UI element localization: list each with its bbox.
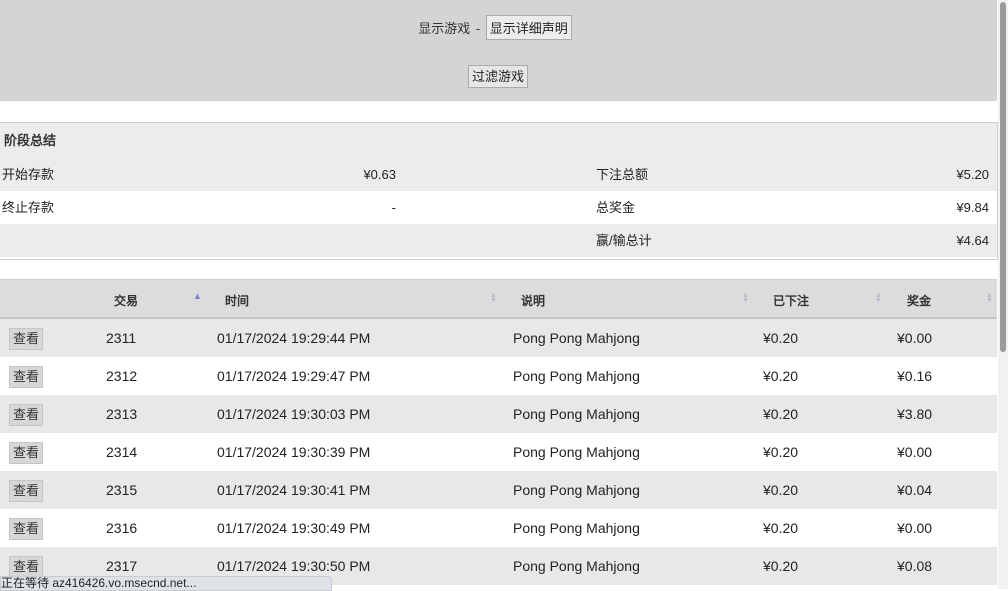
display-mode-row: 显示游戏 - 显示详细声明: [0, 15, 990, 40]
time-cell: 01/17/2024 19:30:50 PM: [217, 558, 371, 574]
description-cell: Pong Pong Mahjong: [513, 558, 640, 574]
time-cell: 01/17/2024 19:29:47 PM: [217, 368, 371, 384]
prize-cell: ¥0.08: [897, 558, 933, 574]
sort-ascending-icon[interactable]: ▲: [193, 291, 202, 301]
view-button[interactable]: 查看: [9, 480, 44, 502]
time-cell: 01/17/2024 19:30:03 PM: [217, 406, 371, 422]
view-button[interactable]: 查看: [9, 366, 44, 388]
description-cell: Pong Pong Mahjong: [513, 368, 640, 384]
separator: -: [475, 21, 481, 36]
header-bet[interactable]: 已下注: [773, 292, 809, 309]
trade-id: 2316: [106, 520, 138, 536]
summary-row: 赢/输总计 ¥4.64: [0, 224, 997, 257]
summary-label: 总奖金: [596, 200, 636, 215]
transactions-table: 交易 ▲ 时间 ▲ ▼ 说明 ▲ ▼ 已下注 ▲ ▼ 奖金 ▲ ▼ 查看 2311 01…: [0, 279, 997, 585]
description-cell: Pong Pong Mahjong: [513, 520, 640, 536]
trade-id: 2315: [106, 482, 138, 498]
time-cell: 01/17/2024 19:30:49 PM: [217, 520, 371, 536]
prize-cell: ¥0.04: [897, 482, 933, 498]
header-prize[interactable]: 奖金: [907, 292, 931, 309]
view-button[interactable]: 查看: [9, 328, 44, 350]
summary-value: ¥9.84: [956, 200, 989, 215]
description-cell: Pong Pong Mahjong: [513, 444, 640, 460]
show-games-link[interactable]: 显示游戏: [418, 21, 470, 36]
prize-cell: ¥0.00: [897, 520, 933, 536]
vertical-scrollbar[interactable]: [998, 0, 1008, 589]
trade-id: 2312: [106, 368, 138, 384]
summary-value: ¥4.64: [956, 233, 989, 248]
description-cell: Pong Pong Mahjong: [513, 406, 640, 422]
sort-icon[interactable]: ▲ ▼: [875, 292, 882, 304]
table-row[interactable]: 查看 2311 01/17/2024 19:29:44 PM Pong Pong…: [0, 319, 997, 357]
summary-label: 下注总额: [596, 167, 649, 182]
bet-cell: ¥0.20: [763, 406, 799, 422]
summary-value: ¥5.20: [956, 167, 989, 182]
bet-cell: ¥0.20: [763, 330, 799, 346]
sort-icon[interactable]: ▲ ▼: [490, 292, 497, 304]
view-button[interactable]: 查看: [9, 404, 44, 426]
view-button[interactable]: 查看: [9, 556, 44, 578]
bet-cell: ¥0.20: [763, 558, 799, 574]
header-time[interactable]: 时间: [225, 292, 249, 309]
trade-id: 2311: [106, 330, 137, 346]
prize-cell: ¥0.16: [897, 368, 933, 384]
bet-cell: ¥0.20: [763, 482, 799, 498]
sort-icon[interactable]: ▲ ▼: [986, 292, 993, 304]
view-button[interactable]: 查看: [9, 442, 44, 464]
trade-id: 2313: [106, 406, 138, 422]
table-row[interactable]: 查看 2315 01/17/2024 19:30:41 PM Pong Pong…: [0, 471, 997, 509]
trade-id: 2317: [106, 558, 138, 574]
table-row[interactable]: 查看 2316 01/17/2024 19:30:49 PM Pong Pong…: [0, 509, 997, 547]
bet-cell: ¥0.20: [763, 368, 799, 384]
summary-value: ¥0.63: [363, 167, 396, 182]
filter-games-button[interactable]: 过滤游戏: [468, 65, 529, 88]
show-details-button[interactable]: 显示详细声明: [485, 15, 572, 40]
summary-value: -: [391, 200, 396, 215]
table-row[interactable]: 查看 2314 01/17/2024 19:30:39 PM Pong Pong…: [0, 433, 997, 471]
summary-title: 阶段总结: [0, 123, 997, 158]
scrollbar-thumb[interactable]: [1000, 2, 1006, 352]
header-trade[interactable]: 交易: [114, 292, 138, 309]
time-cell: 01/17/2024 19:30:41 PM: [217, 482, 371, 498]
description-cell: Pong Pong Mahjong: [513, 482, 640, 498]
summary-row: 终止存款 - 总奖金 ¥9.84: [0, 191, 997, 224]
header-description[interactable]: 说明: [521, 292, 545, 309]
summary-label: 开始存款: [2, 167, 55, 182]
summary-row: 开始存款 ¥0.63 下注总额 ¥5.20: [0, 158, 997, 191]
prize-cell: ¥0.00: [897, 444, 933, 460]
filter-panel: 显示游戏 - 显示详细声明 过滤游戏: [0, 0, 997, 101]
view-button[interactable]: 查看: [9, 518, 44, 540]
time-cell: 01/17/2024 19:30:39 PM: [217, 444, 371, 460]
table-row[interactable]: 查看 2313 01/17/2024 19:30:03 PM Pong Pong…: [0, 395, 997, 433]
sort-icon[interactable]: ▲ ▼: [742, 292, 749, 304]
prize-cell: ¥0.00: [897, 330, 933, 346]
summary-label: 赢/输总计: [596, 233, 652, 248]
table-row[interactable]: 查看 2312 01/17/2024 19:29:47 PM Pong Pong…: [0, 357, 997, 395]
trade-id: 2314: [106, 444, 138, 460]
table-header: 交易 ▲ 时间 ▲ ▼ 说明 ▲ ▼ 已下注 ▲ ▼ 奖金 ▲ ▼: [0, 279, 997, 319]
bet-cell: ¥0.20: [763, 444, 799, 460]
description-cell: Pong Pong Mahjong: [513, 330, 640, 346]
time-cell: 01/17/2024 19:29:44 PM: [217, 330, 371, 346]
summary-label: 终止存款: [2, 200, 55, 215]
bet-cell: ¥0.20: [763, 520, 799, 536]
prize-cell: ¥3.80: [897, 406, 933, 422]
period-summary: 阶段总结 开始存款 ¥0.63 下注总额 ¥5.20 终止存款 - 总奖金 ¥9…: [0, 122, 998, 260]
